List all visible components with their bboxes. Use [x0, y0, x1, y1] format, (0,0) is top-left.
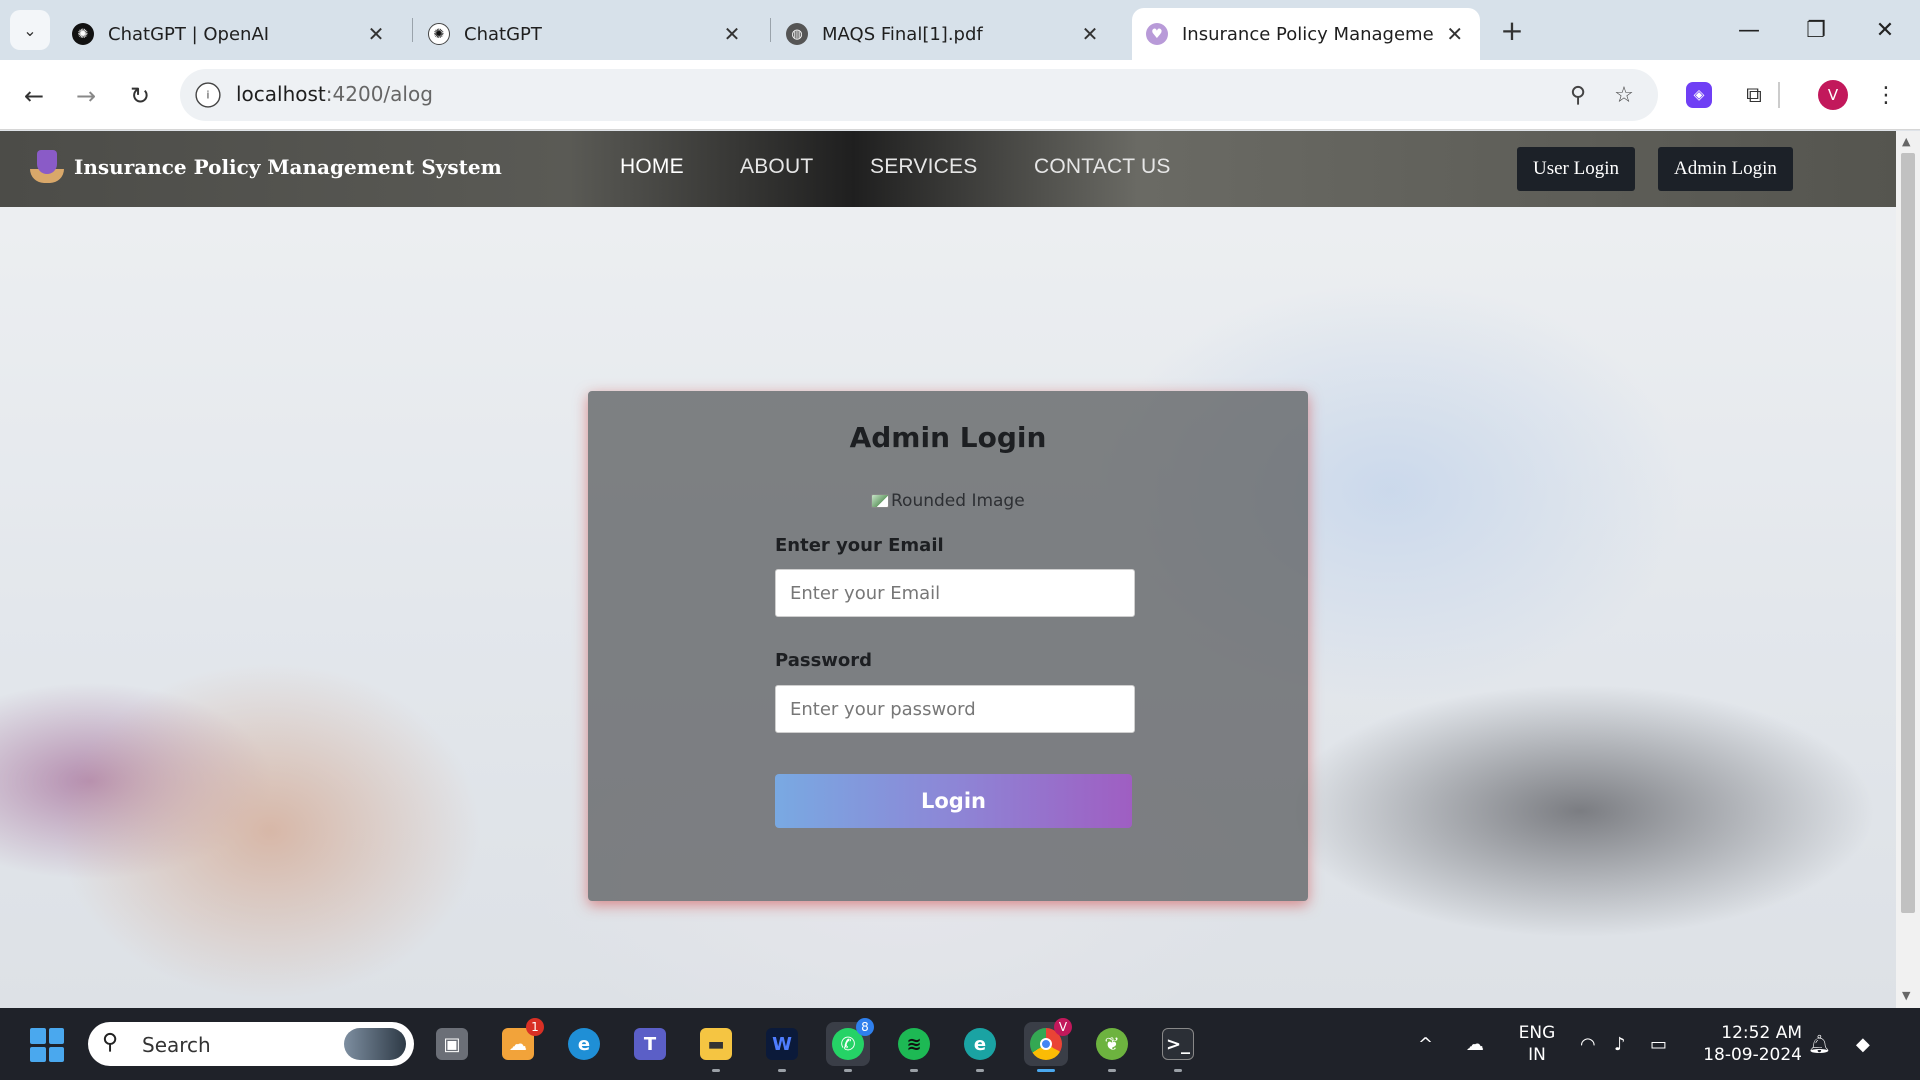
system-clock[interactable]: 12:52 AM 18-09-2024: [1692, 1022, 1802, 1066]
lang-line-2: IN: [1528, 1045, 1546, 1065]
browser-tab-bar: ⌄ ✺ ChatGPT | OpenAI ✕ ✺ ChatGPT ✕ ◍ MAQ…: [0, 0, 1920, 60]
nav-services-link[interactable]: SERVICES: [870, 155, 977, 179]
user-login-button[interactable]: User Login: [1517, 147, 1636, 191]
nav-home-link[interactable]: HOME: [620, 155, 684, 179]
search-highlight-image: [344, 1028, 406, 1060]
chatgpt-icon: ✺: [428, 23, 450, 45]
more-menu-icon[interactable]: ⋮: [1868, 77, 1904, 113]
task-view-icon[interactable]: ▣: [430, 1022, 474, 1066]
page-scrollbar[interactable]: ▲ ▼: [1896, 131, 1920, 1008]
nav-about-link[interactable]: ABOUT: [740, 155, 813, 179]
site-info-icon[interactable]: i: [195, 82, 221, 108]
url-path: :4200/alog: [325, 82, 433, 106]
tab-maqs-pdf[interactable]: ◍ MAQS Final[1].pdf ✕: [772, 8, 1116, 60]
url-host: localhost: [236, 82, 326, 106]
wo-app-icon[interactable]: W: [760, 1022, 804, 1072]
bookmark-star-icon[interactable]: ☆: [1608, 79, 1640, 111]
chrome-profile-badge: V: [1054, 1018, 1072, 1036]
clock-time: 12:52 AM: [1721, 1023, 1802, 1043]
close-icon[interactable]: ✕: [364, 22, 388, 46]
whatsapp-badge: 8: [856, 1018, 874, 1036]
windows-taskbar: ⚲ Search ▣ ☁ 1 e T ▬ W ✆ 8 ≋ e V ❦ >_ ^ …: [0, 1008, 1920, 1080]
tab-separator: [770, 18, 771, 42]
edge-profile-icon[interactable]: e: [958, 1022, 1002, 1072]
notification-bell-icon[interactable]: 🔔︎: [1808, 1008, 1831, 1080]
image-alt-text: Rounded Image: [891, 491, 1025, 511]
address-bar[interactable]: i localhost:4200/alog ⚲ ☆: [180, 69, 1658, 121]
edge-icon[interactable]: e: [562, 1022, 606, 1066]
reload-icon[interactable]: ↻: [120, 76, 160, 116]
tab-title: Insurance Policy Management: [1182, 23, 1436, 45]
scroll-up-icon[interactable]: ▲: [1902, 135, 1910, 148]
file-explorer-icon[interactable]: ▬: [694, 1022, 738, 1072]
weather-icon[interactable]: ☁ 1: [496, 1018, 544, 1066]
tab-title: ChatGPT | OpenAI: [108, 23, 270, 45]
login-submit-button[interactable]: Login: [775, 774, 1132, 828]
site-brand[interactable]: Insurance Policy Management System: [26, 147, 502, 187]
broken-image-icon: [871, 494, 889, 508]
tab-chatgpt[interactable]: ✺ ChatGPT ✕: [414, 8, 758, 60]
minimize-icon[interactable]: —: [1726, 10, 1772, 50]
extension-purple-icon[interactable]: ◈: [1686, 82, 1712, 108]
tab-title: ChatGPT: [464, 23, 542, 45]
search-label: Search: [142, 1033, 211, 1057]
chrome-icon[interactable]: V: [1024, 1018, 1072, 1072]
toolbar-divider: [1778, 82, 1780, 108]
clock-date: 18-09-2024: [1703, 1045, 1802, 1065]
forward-arrow-icon[interactable]: →: [66, 76, 106, 116]
new-tab-plus-icon[interactable]: +: [1494, 12, 1530, 48]
admin-login-card: Admin Login Rounded Image Enter your Ema…: [588, 391, 1308, 901]
spring-tool-icon[interactable]: ❦: [1090, 1022, 1134, 1072]
battery-icon[interactable]: ▭: [1650, 1008, 1667, 1080]
close-icon[interactable]: ✕: [720, 22, 744, 46]
window-close-icon[interactable]: ✕: [1862, 10, 1908, 50]
onedrive-error-icon[interactable]: ☁: [1466, 1008, 1484, 1080]
tab-chatgpt-openai[interactable]: ✺ ChatGPT | OpenAI ✕: [58, 8, 402, 60]
copilot-icon[interactable]: ◆: [1856, 1008, 1870, 1080]
admin-login-button[interactable]: Admin Login: [1658, 147, 1793, 191]
close-icon[interactable]: ✕: [1078, 22, 1102, 46]
nav-contact-link[interactable]: CONTACT US: [1034, 155, 1171, 179]
tab-title: MAQS Final[1].pdf: [822, 23, 983, 45]
taskbar-search[interactable]: ⚲ Search: [88, 1022, 414, 1066]
zoom-icon[interactable]: ⚲: [1562, 79, 1594, 111]
scroll-down-icon[interactable]: ▼: [1902, 989, 1910, 1002]
tab-search-button[interactable]: ⌄: [10, 10, 50, 50]
spotify-icon[interactable]: ≋: [892, 1022, 936, 1072]
tab-separator: [412, 18, 413, 42]
insurance-logo-icon: [26, 147, 68, 187]
tab-insurance-policy-management[interactable]: ♥ Insurance Policy Management ✕: [1132, 8, 1480, 60]
restore-icon[interactable]: ❐: [1793, 10, 1839, 50]
brand-title: Insurance Policy Management System: [74, 155, 502, 179]
email-label: Enter your Email: [775, 535, 944, 556]
globe-icon: ◍: [786, 23, 808, 45]
insurance-logo-icon: ♥: [1146, 23, 1168, 45]
scrollbar-thumb[interactable]: [1901, 153, 1915, 913]
tray-overflow-chevron-icon[interactable]: ^: [1418, 1008, 1433, 1080]
email-field[interactable]: [775, 569, 1135, 617]
back-arrow-icon[interactable]: ←: [14, 76, 54, 116]
browser-toolbar: ← → ↻ i localhost:4200/alog ⚲ ☆ ◈ ⧉ ⋮: [0, 60, 1920, 130]
password-field[interactable]: [775, 685, 1135, 733]
password-label: Password: [775, 650, 873, 671]
page-viewport: Insurance Policy Management System HOME …: [0, 131, 1896, 1008]
volume-icon[interactable]: ♪: [1614, 1008, 1626, 1080]
language-indicator[interactable]: ENG IN: [1516, 1022, 1558, 1066]
url-text[interactable]: localhost:4200/alog: [236, 82, 433, 106]
teams-icon[interactable]: T: [628, 1022, 672, 1066]
terminal-icon[interactable]: >_: [1156, 1022, 1200, 1072]
close-icon[interactable]: ✕: [1443, 22, 1466, 46]
search-icon: ⚲: [102, 1030, 119, 1055]
profile-avatar[interactable]: V: [1818, 80, 1848, 110]
lang-line-1: ENG: [1518, 1023, 1556, 1043]
weather-badge: 1: [526, 1018, 544, 1036]
windows-start-icon[interactable]: [30, 1028, 64, 1062]
site-header: Insurance Policy Management System HOME …: [0, 131, 1896, 207]
login-title: Admin Login: [849, 421, 1047, 454]
wifi-icon[interactable]: ◠: [1580, 1008, 1596, 1080]
chatgpt-icon: ✺: [72, 23, 94, 45]
extensions-puzzle-icon[interactable]: ⧉: [1736, 77, 1772, 113]
whatsapp-icon[interactable]: ✆ 8: [826, 1018, 874, 1072]
rounded-image-placeholder: Rounded Image: [871, 491, 1025, 511]
